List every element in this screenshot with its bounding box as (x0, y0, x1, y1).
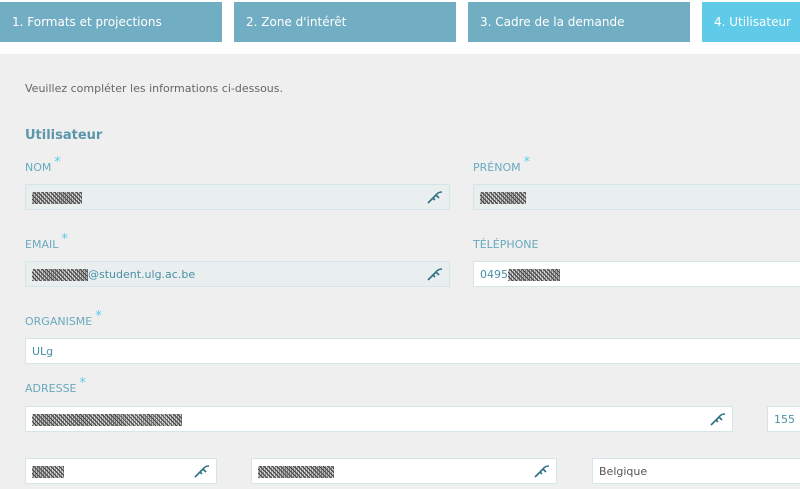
email-domain: @student.ulg.ac.be (88, 268, 196, 281)
numero-value: 155 (774, 413, 795, 426)
prenom-label-text: PRÉNOM (473, 161, 521, 174)
prenom-field[interactable] (473, 184, 800, 210)
telephone-label: TÉLÉPHONE (473, 238, 539, 251)
code-postal-field[interactable] (25, 458, 217, 484)
organisme-field[interactable]: ULg (25, 338, 800, 364)
key-icon[interactable] (194, 464, 210, 478)
redacted-value (32, 269, 88, 281)
localite-field[interactable] (251, 458, 557, 484)
redacted-value (32, 414, 182, 426)
telephone-prefix: 0495 (480, 268, 508, 281)
pays-value: Belgique (599, 465, 648, 478)
nom-field[interactable] (25, 184, 450, 210)
redacted-value (258, 466, 334, 478)
required-marker: * (79, 376, 87, 391)
email-label: EMAIL * (25, 232, 68, 252)
organisme-label: ORGANISME * (25, 309, 102, 329)
key-icon[interactable] (427, 267, 443, 281)
redacted-value (480, 192, 526, 204)
redacted-value (508, 269, 560, 281)
adresse-label-text: ADRESSE (25, 382, 77, 395)
required-marker: * (523, 155, 531, 170)
required-marker: * (61, 232, 68, 247)
key-icon[interactable] (710, 412, 726, 426)
adresse-field[interactable] (25, 406, 733, 432)
numero-field[interactable]: 155 (767, 406, 800, 432)
telephone-field[interactable]: 0495 (473, 261, 800, 287)
wizard-steps-bar: 1. Formats et projections 2. Zone d'inté… (0, 0, 800, 54)
organisme-label-text: ORGANISME (25, 315, 93, 328)
intro-text: Veuillez compléter les informations ci-d… (25, 82, 283, 95)
redacted-value (32, 192, 82, 204)
step-utilisateur[interactable]: 4. Utilisateur (702, 2, 800, 42)
email-field[interactable]: @student.ulg.ac.be (25, 261, 450, 287)
adresse-label: ADRESSE * (25, 376, 86, 396)
step-formats-projections[interactable]: 1. Formats et projections (0, 2, 222, 42)
section-title: Utilisateur (25, 128, 103, 143)
nom-label-text: NOM (25, 161, 52, 174)
required-marker: * (54, 155, 61, 170)
required-marker: * (95, 309, 102, 324)
organisme-value: ULg (32, 345, 54, 358)
email-label-text: EMAIL (25, 238, 59, 251)
redacted-value (32, 466, 64, 478)
key-icon[interactable] (427, 190, 443, 204)
pays-field[interactable]: Belgique (592, 458, 800, 484)
telephone-label-text: TÉLÉPHONE (473, 238, 539, 251)
prenom-label: PRÉNOM * (473, 155, 530, 175)
step-zone-interet[interactable]: 2. Zone d'intérêt (234, 2, 456, 42)
nom-label: NOM * (25, 155, 61, 175)
step-cadre-demande[interactable]: 3. Cadre de la demande (468, 2, 690, 42)
key-icon[interactable] (534, 464, 550, 478)
